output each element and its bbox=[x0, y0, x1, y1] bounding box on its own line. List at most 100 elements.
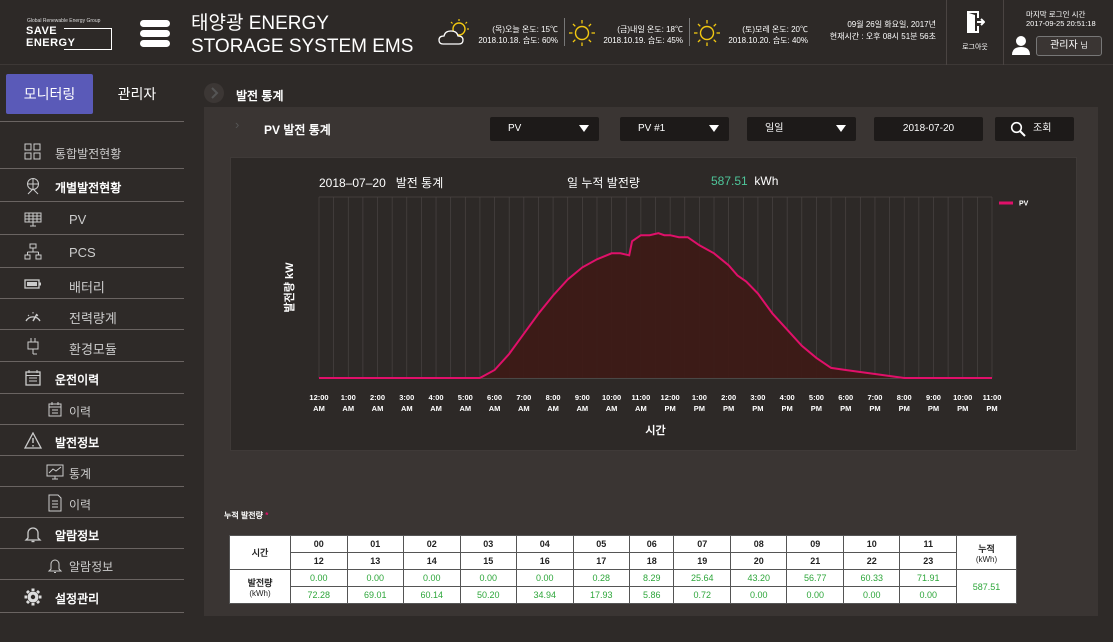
sidebar-item[interactable]: 이력 bbox=[0, 487, 185, 518]
solar-panel-icon bbox=[24, 210, 42, 231]
sidebar-item[interactable]: 운전이력 bbox=[0, 362, 185, 394]
value-cell: 34.94 bbox=[516, 586, 574, 604]
logout-button[interactable]: 로그아웃 bbox=[955, 10, 995, 52]
hour-cell: 21 bbox=[786, 552, 844, 570]
user-name-button[interactable]: 관리자 님 bbox=[1036, 36, 1102, 56]
last-login: 마지막 로그인 시간 2017-09-25 20:51:18 bbox=[1026, 10, 1096, 28]
value-cell: 0.72 bbox=[673, 586, 731, 604]
last-login-value: 2017-09-25 20:51:18 bbox=[1026, 19, 1096, 28]
sidebar-item[interactable]: 통합발전현황 bbox=[0, 134, 185, 169]
hour-cell: 15 bbox=[459, 552, 517, 570]
hour-cell: 18 bbox=[628, 552, 675, 570]
value-cell: 25.64 bbox=[673, 569, 731, 587]
period-select[interactable]: 일일 bbox=[747, 117, 856, 141]
weather-tomorrow: (금)내일 온도: 18℃ 2018.10.19. 습도: 45% bbox=[567, 18, 685, 48]
sidebar-item[interactable]: 설정관리 bbox=[0, 580, 185, 613]
date-input[interactable]: 2018-07-20 bbox=[874, 117, 983, 141]
hour-cell: 12 bbox=[290, 552, 348, 570]
x-tick-label: 3:00 AM bbox=[399, 393, 414, 413]
app-logo[interactable]: Global Renewable Energy Group SAVE ENERG… bbox=[26, 16, 116, 56]
tab-admin[interactable]: 관리자 bbox=[100, 74, 174, 114]
hour-cell: 01 bbox=[346, 535, 404, 553]
bell-small-icon bbox=[46, 556, 64, 577]
header-divider bbox=[946, 0, 947, 65]
sidebar-item[interactable]: 환경모듈 bbox=[0, 330, 185, 362]
value-cell: 17.93 bbox=[572, 586, 630, 604]
value-cell: 5.86 bbox=[628, 586, 675, 604]
value-cell: 43.20 bbox=[729, 569, 788, 587]
time-header: 시간 bbox=[229, 535, 291, 570]
hour-cell: 14 bbox=[403, 552, 461, 570]
main-content: 발전 통계 › PV 발전 통계 PV PV #1 일일 2018-07-20 … bbox=[184, 66, 1113, 642]
sidebar-item-label: 알람정보 bbox=[69, 559, 114, 574]
value-cell: 71.91 bbox=[899, 569, 957, 587]
page-title: 발전 통계 bbox=[236, 89, 284, 103]
hour-cell: 17 bbox=[572, 552, 630, 570]
user-name: 관리자 bbox=[1050, 40, 1078, 51]
hour-cell: 13 bbox=[346, 552, 404, 570]
hour-cell: 20 bbox=[729, 552, 788, 570]
sidebar-item-label: 운전이력 bbox=[55, 373, 100, 387]
stat-panel: › PV 발전 통계 PV PV #1 일일 2018-07-20 조회 201… bbox=[204, 107, 1098, 616]
hour-cell: 23 bbox=[899, 552, 957, 570]
gear-icon bbox=[24, 588, 42, 609]
value-cell: 0.00 bbox=[899, 586, 957, 604]
sidebar-item[interactable]: 전력량계 bbox=[0, 299, 185, 330]
header-divider bbox=[1003, 0, 1004, 65]
weather-today: (목)오늘 온도: 15℃ 2018.10.18. 습도: 60% bbox=[438, 18, 560, 48]
hour-cell: 16 bbox=[516, 552, 574, 570]
hour-cell: 07 bbox=[673, 535, 731, 553]
value-cell: 69.01 bbox=[346, 586, 404, 604]
value-cell: 0.00 bbox=[403, 569, 461, 587]
battery-icon bbox=[24, 275, 42, 296]
device-select-value: PV #1 bbox=[638, 123, 666, 134]
x-tick-label: 8:00 PM bbox=[897, 393, 912, 413]
sidebar-item[interactable]: 발전정보 bbox=[0, 425, 185, 456]
sidebar-item[interactable]: 통계 bbox=[0, 456, 185, 487]
value-header: 발전량 (kWh) bbox=[229, 569, 291, 604]
x-tick-label: 12:00 AM bbox=[309, 393, 328, 413]
x-tick-label: 8:00 AM bbox=[546, 393, 561, 413]
sidebar-item[interactable]: PCS bbox=[0, 235, 185, 268]
table-row: 발전량 (kWh) 0.00 0.00 0.00 0.00 0.00 0.28 8.29 25.6… bbox=[229, 569, 1017, 604]
tab-monitoring[interactable]: 모니터링 bbox=[6, 74, 93, 114]
sidebar-item[interactable]: PV bbox=[0, 202, 185, 235]
search-button[interactable]: 조회 bbox=[995, 117, 1074, 141]
menu-toggle-button[interactable] bbox=[140, 20, 170, 48]
hamburger-bar bbox=[140, 20, 170, 27]
plug-icon bbox=[24, 337, 42, 358]
x-tick-label: 7:00 PM bbox=[867, 393, 882, 413]
value-cell: 0.00 bbox=[729, 586, 788, 604]
logo-line1: SAVE bbox=[26, 25, 58, 37]
type-select[interactable]: PV bbox=[490, 117, 599, 141]
x-tick-label: 5:00 PM bbox=[809, 393, 824, 413]
sidebar-item[interactable]: 이력 bbox=[0, 394, 185, 425]
sidebar-item[interactable]: 개별발전현황 bbox=[0, 169, 185, 202]
weather-divider bbox=[564, 18, 565, 46]
weather-day-after-text: (토)모레 온도: 20℃ 2018.10.20. 습도: 40% bbox=[728, 24, 808, 46]
hour-cell: 00 bbox=[290, 535, 348, 553]
value-cell: 0.00 bbox=[516, 569, 574, 587]
x-tick-label: 9:00 AM bbox=[575, 393, 590, 413]
sidebar-item[interactable]: 알람정보 bbox=[0, 518, 185, 549]
chevron-down-icon bbox=[709, 125, 719, 132]
sidebar-item[interactable]: 알람정보 bbox=[0, 549, 185, 580]
total-header: 누적 (kWh) bbox=[956, 535, 1017, 570]
chevron-right-icon: › bbox=[235, 117, 240, 132]
app-header: Global Renewable Energy Group SAVE ENERG… bbox=[0, 0, 1113, 65]
hour-cell: 19 bbox=[673, 552, 731, 570]
sidebar-item[interactable]: 배터리 bbox=[0, 268, 185, 299]
app-title-line1: 태양광 ENERGY bbox=[191, 13, 329, 34]
current-datetime: 09월 26일 화요일, 2017년 현재시간 : 오후 08시 51분 56초 bbox=[826, 19, 936, 43]
x-tick-label: 11:00 AM bbox=[631, 393, 650, 413]
sidebar-divider bbox=[0, 121, 185, 122]
sidebar-item-label: 설정관리 bbox=[55, 591, 100, 606]
value-cell: 8.29 bbox=[628, 569, 675, 587]
x-tick-label: 12:00 PM bbox=[661, 393, 680, 413]
x-axis-label: 시간 bbox=[645, 423, 665, 437]
hour-cell: 03 bbox=[459, 535, 517, 553]
bell-icon bbox=[24, 525, 42, 546]
hour-cell: 05 bbox=[572, 535, 630, 553]
device-select[interactable]: PV #1 bbox=[620, 117, 729, 141]
gauge-icon bbox=[24, 306, 42, 327]
